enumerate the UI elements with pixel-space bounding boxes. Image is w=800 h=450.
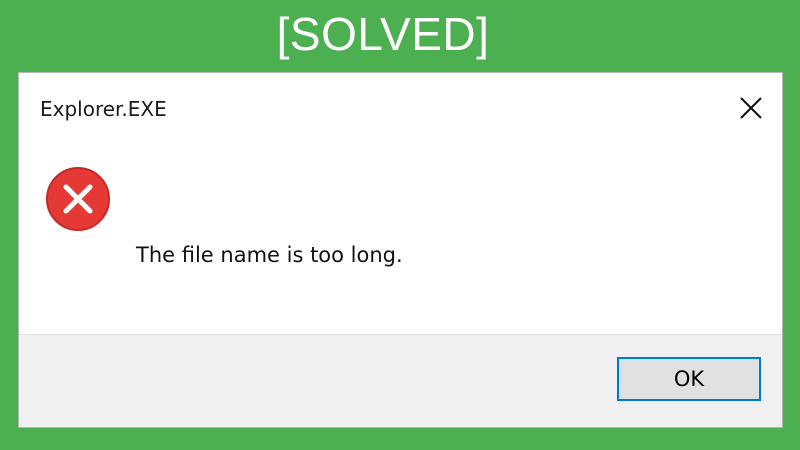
close-icon: [734, 91, 768, 125]
close-button[interactable]: [734, 91, 768, 125]
solved-banner: [SOLVED]: [276, 8, 490, 60]
error-dialog: Explorer.EXE The file name is too long. …: [18, 72, 783, 428]
ok-button-label: OK: [673, 367, 705, 391]
dialog-titlebar[interactable]: Explorer.EXE: [19, 73, 782, 139]
dialog-footer: OK: [19, 334, 782, 427]
error-icon: [45, 166, 111, 232]
ok-button[interactable]: OK: [617, 357, 761, 401]
error-message: The file name is too long.: [136, 243, 403, 267]
dialog-title: Explorer.EXE: [40, 97, 167, 121]
